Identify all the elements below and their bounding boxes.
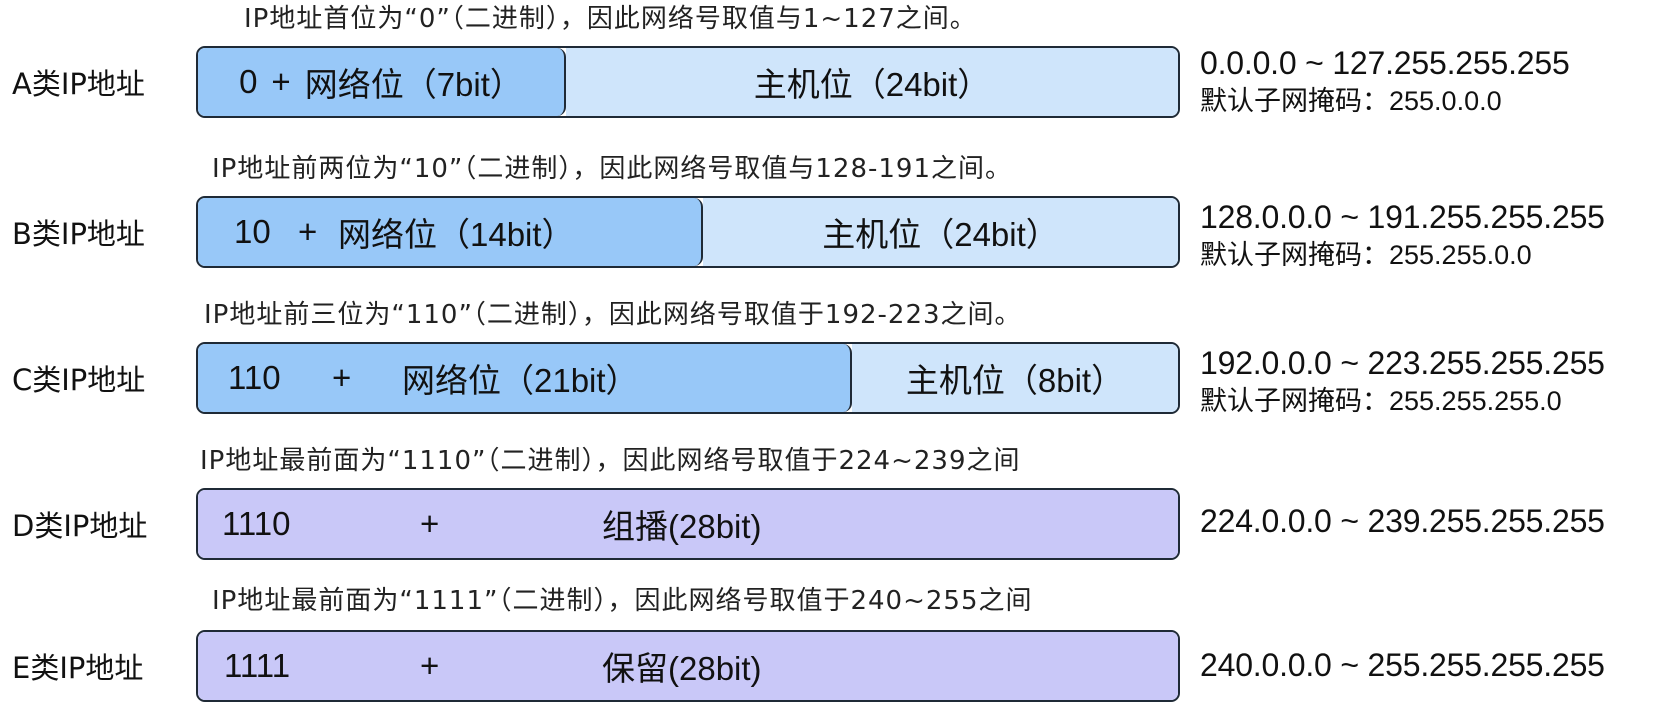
class-a-network-segment: 0 + 网络位（7bit） [198, 48, 566, 116]
class-c-subnet-mask: 默认子网掩码：255.255.255.0 [1200, 386, 1562, 416]
class-b-network-bits: 网络位（14bit） [338, 216, 575, 253]
class-b-range: 128.0.0.0 ~ 191.255.255.255 [1200, 199, 1605, 235]
class-e-caption: IP地址最前面为“1111”（二进制），因此网络号取值于240~255之间 [212, 586, 1033, 616]
class-b-bar: 10 + 网络位（14bit） 主机位（24bit） [196, 196, 1180, 268]
class-e-plus: + [420, 647, 440, 684]
class-d-caption: IP地址最前面为“1110”（二进制），因此网络号取值于224~239之间 [200, 446, 1021, 476]
class-e-row: IP地址最前面为“1111”（二进制），因此网络号取值于240~255之间 E类… [0, 584, 1664, 714]
class-a-row: IP地址首位为“0”（二进制），因此网络号取值与1~127之间。 A类IP地址 … [0, 2, 1664, 132]
class-a-caption: IP地址首位为“0”（二进制），因此网络号取值与1~127之间。 [244, 4, 977, 34]
class-a-host-bits: 主机位（24bit） [753, 66, 991, 103]
class-d-row: IP地址最前面为“1110”（二进制），因此网络号取值于224~239之间 D类… [0, 444, 1664, 574]
class-c-info: 192.0.0.0 ~ 223.255.255.255 默认子网掩码：255.2… [1200, 342, 1660, 418]
class-d-bar: 1110 + 组播(28bit) [196, 488, 1180, 560]
class-b-info: 128.0.0.0 ~ 191.255.255.255 默认子网掩码：255.2… [1200, 196, 1660, 272]
class-a-label: A类IP地址 [12, 67, 145, 101]
class-b-subnet-mask: 默认子网掩码：255.255.0.0 [1200, 240, 1532, 270]
class-c-network-prefix: 110 [228, 359, 281, 396]
class-e-label: E类IP地址 [12, 651, 144, 685]
class-c-range: 192.0.0.0 ~ 223.255.255.255 [1200, 345, 1605, 381]
class-e-bar: 1111 + 保留(28bit) [196, 630, 1180, 702]
class-a-plus: + [271, 63, 291, 100]
class-a-network-prefix: 0 [239, 63, 258, 100]
class-b-network-segment: 10 + 网络位（14bit） [198, 198, 703, 266]
class-c-network-bits: 网络位（21bit） [402, 362, 639, 399]
class-e-range: 240.0.0.0 ~ 255.255.255.255 [1200, 647, 1605, 683]
class-c-plus: + [332, 359, 352, 396]
class-b-network-prefix: 10 [234, 213, 271, 250]
class-d-multicast-segment: 1110 + 组播(28bit) [198, 490, 1178, 558]
class-c-bar: 110 + 网络位（21bit） 主机位（8bit） [196, 342, 1180, 414]
class-e-prefix: 1111 [224, 647, 291, 684]
class-d-label: D类IP地址 [12, 509, 148, 543]
class-b-row: IP地址前两位为“10”（二进制），因此网络号取值与128-191之间。 B类I… [0, 152, 1664, 282]
class-b-caption: IP地址前两位为“10”（二进制），因此网络号取值与128-191之间。 [212, 154, 1013, 184]
class-b-host-segment: 主机位（24bit） [703, 198, 1178, 266]
class-a-info: 0.0.0.0 ~ 127.255.255.255 默认子网掩码：255.0.0… [1200, 42, 1660, 118]
class-a-network-bits: 网络位（7bit） [304, 66, 523, 103]
class-a-host-segment: 主机位（24bit） [566, 48, 1178, 116]
class-e-reserved-segment: 1111 + 保留(28bit) [198, 632, 1178, 700]
class-d-prefix: 1110 [222, 505, 291, 542]
class-c-host-segment: 主机位（8bit） [852, 344, 1178, 412]
class-b-plus: + [298, 213, 318, 250]
class-c-row: IP地址前三位为“110”（二进制），因此网络号取值于192-223之间。 C类… [0, 298, 1664, 428]
class-d-plus: + [420, 505, 440, 542]
class-e-reserved-bits: 保留(28bit) [602, 650, 762, 687]
class-a-subnet-mask: 默认子网掩码：255.0.0.0 [1200, 86, 1502, 116]
class-c-network-segment: 110 + 网络位（21bit） [198, 344, 852, 412]
class-c-caption: IP地址前三位为“110”（二进制），因此网络号取值于192-223之间。 [204, 300, 1022, 330]
class-c-host-bits: 主机位（8bit） [905, 362, 1125, 399]
class-d-multicast-bits: 组播(28bit) [602, 508, 762, 545]
class-b-label: B类IP地址 [12, 217, 145, 251]
class-a-bar: 0 + 网络位（7bit） 主机位（24bit） [196, 46, 1180, 118]
class-d-range: 224.0.0.0 ~ 239.255.255.255 [1200, 503, 1605, 539]
class-c-label: C类IP地址 [12, 363, 146, 397]
class-b-host-bits: 主机位（24bit） [822, 216, 1059, 253]
class-a-range: 0.0.0.0 ~ 127.255.255.255 [1200, 45, 1570, 81]
